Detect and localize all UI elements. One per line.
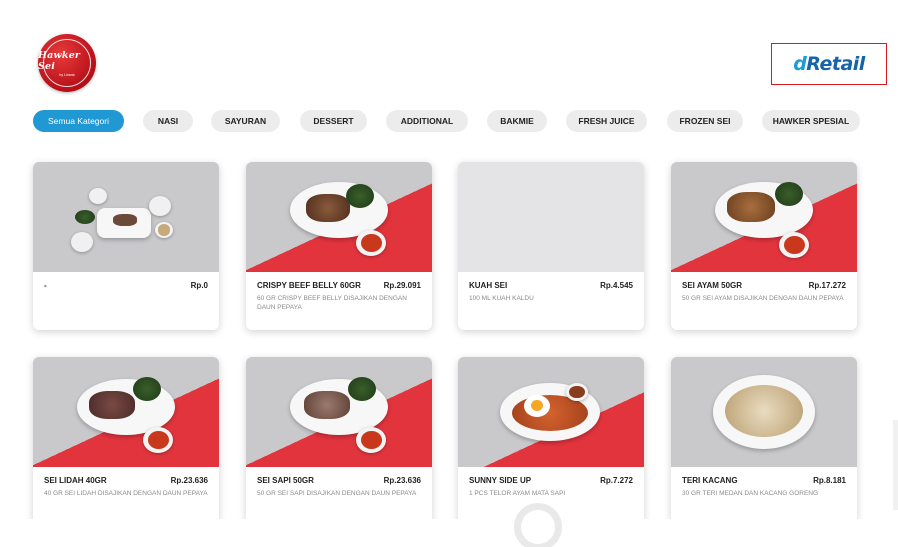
category-chip-bakmie[interactable]: BAKMIE	[487, 110, 547, 132]
product-image	[33, 357, 219, 467]
product-image	[671, 162, 857, 272]
product-name: SEI AYAM 50GR	[682, 281, 743, 290]
product-card[interactable]: SEI SAPI 50GR Rp.23.636 50 GR SEI SAPI D…	[246, 357, 432, 525]
product-card[interactable]: SEI AYAM 50GR Rp.17.272 50 GR SEI AYAM D…	[671, 162, 857, 330]
product-name: SUNNY SIDE UP	[469, 476, 532, 485]
product-name: TERI KACANG	[682, 476, 738, 485]
product-description: 40 GR SEI LIDAH DISAJIKAN DENGAN DAUN PE…	[44, 490, 208, 497]
product-price: Rp.17.272	[808, 281, 846, 290]
category-chip-fresh-juice[interactable]: FRESH JUICE	[566, 110, 647, 132]
product-name: -	[44, 281, 47, 290]
product-image	[671, 357, 857, 467]
product-name: SEI LIDAH 40GR	[44, 476, 107, 485]
product-price: Rp.0	[190, 281, 208, 290]
product-card[interactable]: CRISPY BEEF BELLY 60GR Rp.29.091 60 GR C…	[246, 162, 432, 330]
dretail-logo[interactable]: dRetail	[771, 43, 887, 85]
product-card[interactable]: SEI LIDAH 40GR Rp.23.636 40 GR SEI LIDAH…	[33, 357, 219, 525]
product-image	[33, 162, 219, 272]
product-card[interactable]: TERI KACANG Rp.8.181 30 GR TERI MEDAN DA…	[671, 357, 857, 525]
loading-spinner-icon	[514, 503, 562, 547]
product-price: Rp.4.545	[600, 281, 633, 290]
product-price: Rp.7.272	[600, 476, 633, 485]
category-chip-dessert[interactable]: DESSERT	[300, 110, 367, 132]
product-description: 50 GR SEI SAPI DISAJIKAN DENGAN DAUN PEP…	[257, 490, 417, 497]
product-description: 60 GR CRISPY BEEF BELLY DISAJIKAN DENGAN…	[257, 295, 407, 311]
product-name: KUAH SEI	[469, 281, 508, 290]
product-name: SEI SAPI 50GR	[257, 476, 314, 485]
product-image-placeholder	[458, 162, 644, 272]
product-description: 1 PCS TELOR AYAM MATA SAPI	[469, 490, 566, 497]
category-chip-semua-kategori[interactable]: Semua Kategori	[33, 110, 124, 132]
product-description: 30 GR TERI MEDAN DAN KACANG GORENG	[682, 490, 819, 497]
category-bar: Semua Kategori NASI SAYURAN DESSERT ADDI…	[33, 110, 863, 132]
bottom-overlay	[0, 519, 898, 547]
hawker-sei-logo[interactable]: Hawker Sei by Linaria	[38, 34, 96, 92]
product-price: Rp.29.091	[383, 281, 421, 290]
product-description: 50 GR SEI AYAM DISAJIKAN DENGAN DAUN PEP…	[682, 295, 844, 302]
category-chip-additional[interactable]: ADDITIONAL	[386, 110, 468, 132]
product-card[interactable]: SUNNY SIDE UP Rp.7.272 1 PCS TELOR AYAM …	[458, 357, 644, 525]
brand-suffix: Retail	[806, 53, 865, 75]
category-chip-frozen-sei[interactable]: FROZEN SEI	[667, 110, 743, 132]
product-image	[246, 162, 432, 272]
category-chip-sayuran[interactable]: SAYURAN	[211, 110, 280, 132]
product-image	[246, 357, 432, 467]
scrollbar[interactable]	[893, 420, 898, 510]
logo-subtext: by Linaria	[59, 72, 75, 77]
product-price: Rp.23.636	[383, 476, 421, 485]
product-price: Rp.8.181	[813, 476, 846, 485]
category-chip-nasi[interactable]: NASI	[143, 110, 193, 132]
product-card[interactable]: KUAH SEI Rp.4.545 100 ML KUAH KALDU	[458, 162, 644, 330]
product-description: 100 ML KUAH KALDU	[469, 295, 534, 302]
product-name: CRISPY BEEF BELLY 60GR	[257, 281, 361, 290]
brand-prefix: d	[793, 53, 807, 75]
product-image	[458, 357, 644, 467]
category-chip-hawker-spesial[interactable]: HAWKER SPESIAL	[762, 110, 860, 132]
product-card[interactable]: - Rp.0	[33, 162, 219, 330]
logo-text: Hawker Sei	[38, 49, 81, 72]
product-price: Rp.23.636	[170, 476, 208, 485]
